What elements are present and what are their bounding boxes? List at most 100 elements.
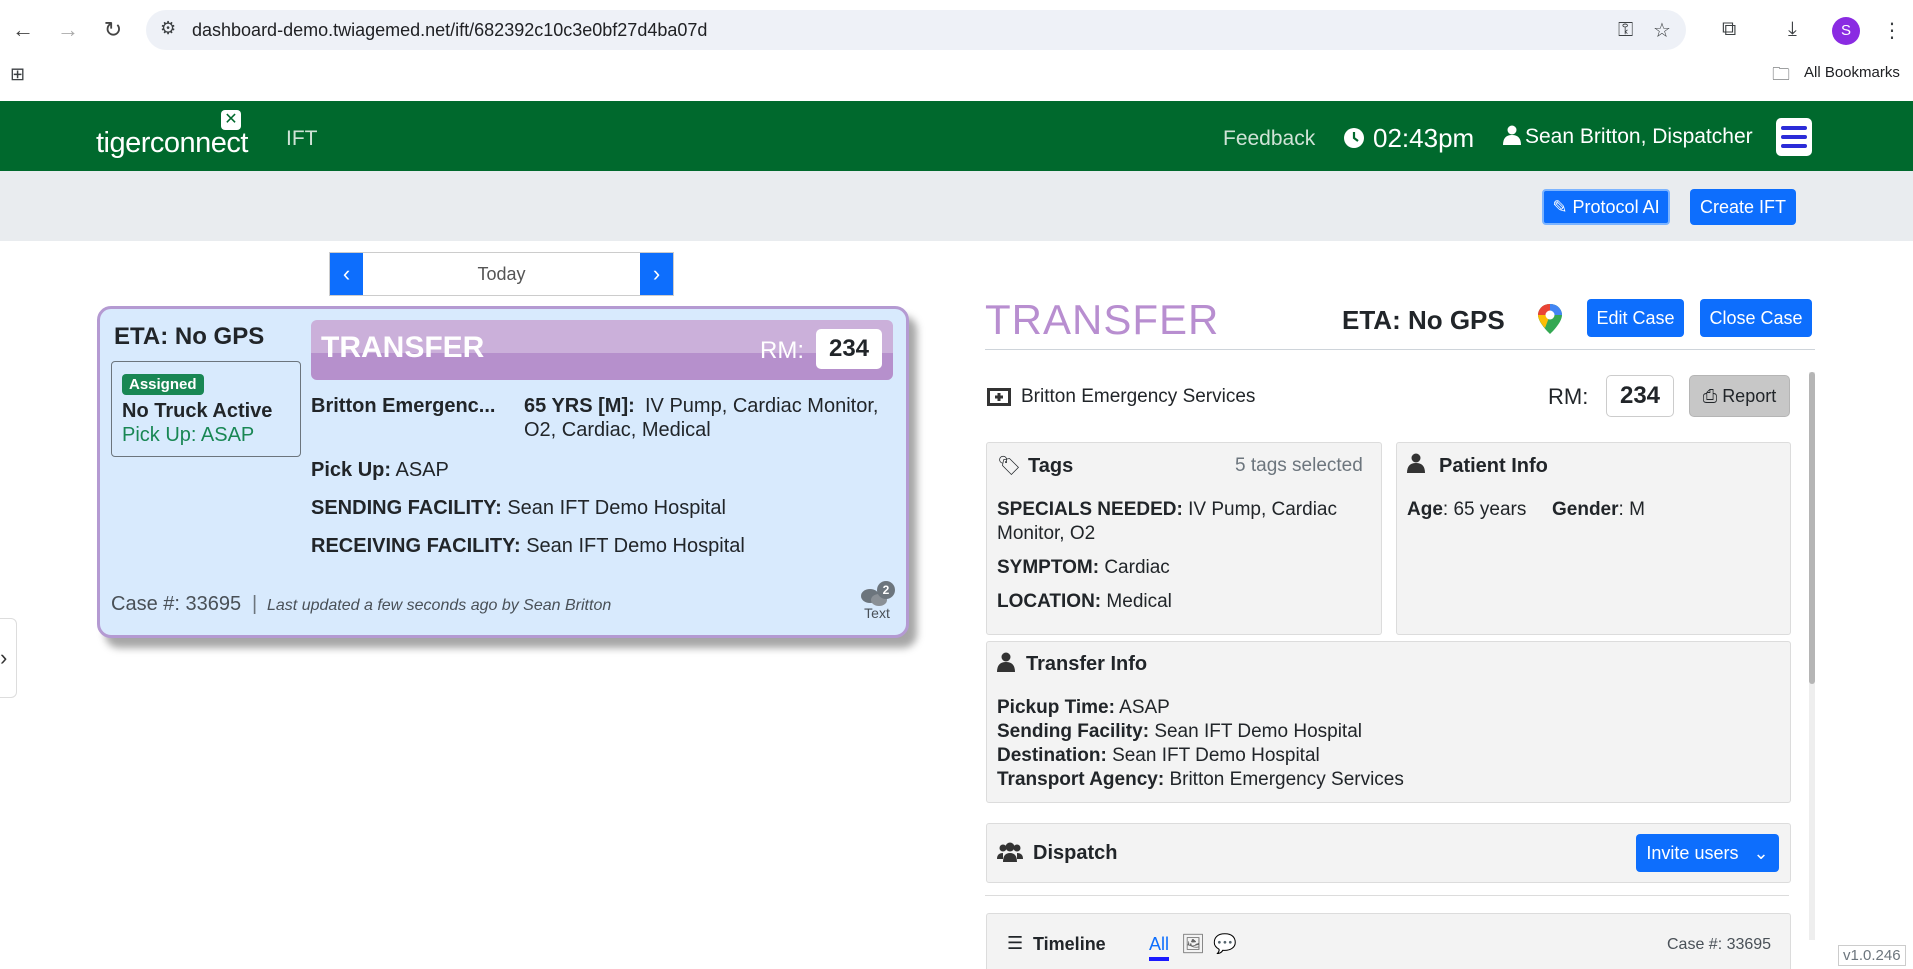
users-icon [997,842,1023,862]
detail-rm-label: RM: [1548,384,1589,409]
card-receiving-value: Sean IFT Demo Hospital [526,535,745,557]
scrollbar-thumb[interactable] [1809,372,1815,684]
chevron-down-icon: ⌄ [1753,842,1769,863]
sending-facility-label: Sending Facility: [997,721,1150,742]
pickup-status: Pick Up: ASAP [122,424,255,446]
module-label[interactable]: IFT [286,127,318,151]
tags-panel: 🏷 Tags 5 tags selected SPECIALS NEEDED: … [986,442,1382,635]
logo-mark-icon: ✕ [221,110,241,130]
card-specials-2: O2, Cardiac, Medical [524,419,711,441]
folder-icon: 🗀 [1772,64,1790,84]
chevron-right-icon[interactable]: › [640,253,673,295]
timeline-case-number: Case #: 33695 [1667,936,1772,953]
card-patient: 65 YRS [M]: [524,395,635,417]
card-pickup: Pick Up: ASAP [311,459,449,482]
logo[interactable]: tigerconnect [96,127,249,160]
patient-info-header: Patient Info [1439,455,1548,477]
comments-icon[interactable]: 💬 [1213,932,1237,956]
chevron-left-icon[interactable]: ‹ [330,253,363,295]
magic-wand-icon: ✎ [1552,196,1568,217]
apps-grid-icon[interactable]: ⊞ [10,64,25,85]
card-pickup-label: Pick Up: [311,459,392,481]
card-sending: SENDING FACILITY: Sean IFT Demo Hospital [311,497,726,520]
clock-time: 02:43pm [1373,123,1475,153]
chat-button[interactable]: 2 Text [860,581,895,621]
forward-arrow-icon[interactable]: → [52,14,84,46]
profile-avatar[interactable]: S [1832,17,1860,45]
date-navigator: ‹ Today › [329,252,674,296]
reload-icon[interactable]: ↻ [97,14,129,46]
dispatch-panel: Dispatch Invite users ⌄ [986,823,1791,883]
timeline-filter-all[interactable]: All [1149,934,1170,961]
protocol-ai-button[interactable]: ✎ Protocol AI [1542,189,1670,225]
card-receiving-label: RECEIVING FACILITY: [311,535,521,557]
all-bookmarks[interactable]: All Bookmarks [1804,64,1900,81]
age-value: : 65 years [1442,499,1527,520]
user-info[interactable]: Sean Britton, Dispatcher [1503,125,1753,149]
download-icon[interactable]: ⤓ [1788,18,1797,41]
card-pickup-value: ASAP [395,459,449,481]
chat-label: Text [864,605,890,621]
sidebar-toggle-icon[interactable]: › [0,618,17,698]
detail-rm-value: 234 [1606,375,1674,417]
more-icon[interactable]: ⋮ [1882,18,1902,43]
report-label: Report [1722,385,1777,406]
printer-icon: ⎙ [1702,385,1718,406]
address-bar[interactable]: ⚙ dashboard-demo.twiagemed.net/ift/68239… [146,10,1686,50]
card-rm-label: RM: [760,337,804,364]
card-status-box: Assigned No Truck Active Pick Up: ASAP [111,361,301,457]
user-icon [1503,125,1521,145]
sub-toolbar: ✎ Protocol AI Create IFT [0,171,1913,241]
tag-icon: 🏷 [997,456,1022,477]
divider [985,349,1815,350]
card-case-number: Case #: 33695 [111,593,242,615]
tags-header: Tags [1028,455,1074,477]
case-card[interactable]: ETA: No GPS Assigned No Truck Active Pic… [97,306,909,638]
invite-users-label: Invite users [1646,842,1739,863]
site-settings-icon[interactable]: ⚙ [160,18,176,39]
chat-count-badge: 2 [877,581,895,599]
url-text: dashboard-demo.twiagemed.net/ift/682392c… [192,20,708,40]
close-case-button[interactable]: Close Case [1700,299,1812,337]
menu-icon[interactable] [1776,118,1812,156]
specials-value: IV Pump, Cardiac [1188,499,1337,520]
tags-count[interactable]: 5 tags selected [1235,455,1363,477]
extensions-icon[interactable]: ⧉ [1722,18,1736,41]
card-sending-label: SENDING FACILITY: [311,497,502,519]
create-ift-button[interactable]: Create IFT [1690,189,1796,225]
transport-agency-label: Transport Agency: [997,769,1165,790]
specials-value-2: Monitor, O2 [997,523,1096,544]
key-icon[interactable]: ⚿ [1618,19,1633,42]
feedback-link[interactable]: Feedback [1223,127,1315,151]
map-pin-icon[interactable] [1537,303,1563,335]
card-updated: Last updated a few seconds ago by Sean B… [267,597,612,614]
app-header: tigerconnect ✕ IFT Feedback 02:43pm Sean… [0,101,1913,171]
back-arrow-icon[interactable]: ← [7,14,39,46]
destination-value: Sean IFT Demo Hospital [1112,745,1320,766]
user-name: Sean Britton, Dispatcher [1525,125,1753,148]
date-label[interactable]: Today [363,253,640,295]
detail-agency: Britton Emergency Services [1021,386,1256,407]
invite-users-button[interactable]: Invite users ⌄ [1636,834,1779,872]
clock-icon [1344,128,1364,148]
pickup-time-value: ASAP [1119,697,1170,718]
browser-chrome: ← → ↻ ⚙ dashboard-demo.twiagemed.net/ift… [0,0,1913,102]
pickup-time-label: Pickup Time: [997,697,1115,718]
timeline-panel: ☰ Timeline All 🖼 💬 Case #: 33695 [986,913,1791,969]
truck-status: No Truck Active [122,400,273,422]
dispatch-header: Dispatch [1033,842,1118,864]
star-icon[interactable]: ☆ [1653,18,1671,43]
images-icon[interactable]: 🖼 [1181,932,1205,956]
user-icon [1407,453,1425,473]
symptom-label: SYMPTOM: [997,557,1100,578]
report-button[interactable]: ⎙ Report [1689,375,1790,417]
card-title: TRANSFER [321,331,485,364]
card-banner: TRANSFER RM: 234 [311,320,893,380]
patient-info-panel: Patient Info Age: 65 years Gender: M [1396,442,1791,635]
status-badge: Assigned [122,374,204,395]
location-label: LOCATION: [997,591,1102,612]
edit-case-button[interactable]: Edit Case [1587,299,1684,337]
timeline-header: Timeline [1033,934,1106,954]
transport-agency-value: Britton Emergency Services [1169,769,1404,790]
card-sending-value: Sean IFT Demo Hospital [507,497,726,519]
